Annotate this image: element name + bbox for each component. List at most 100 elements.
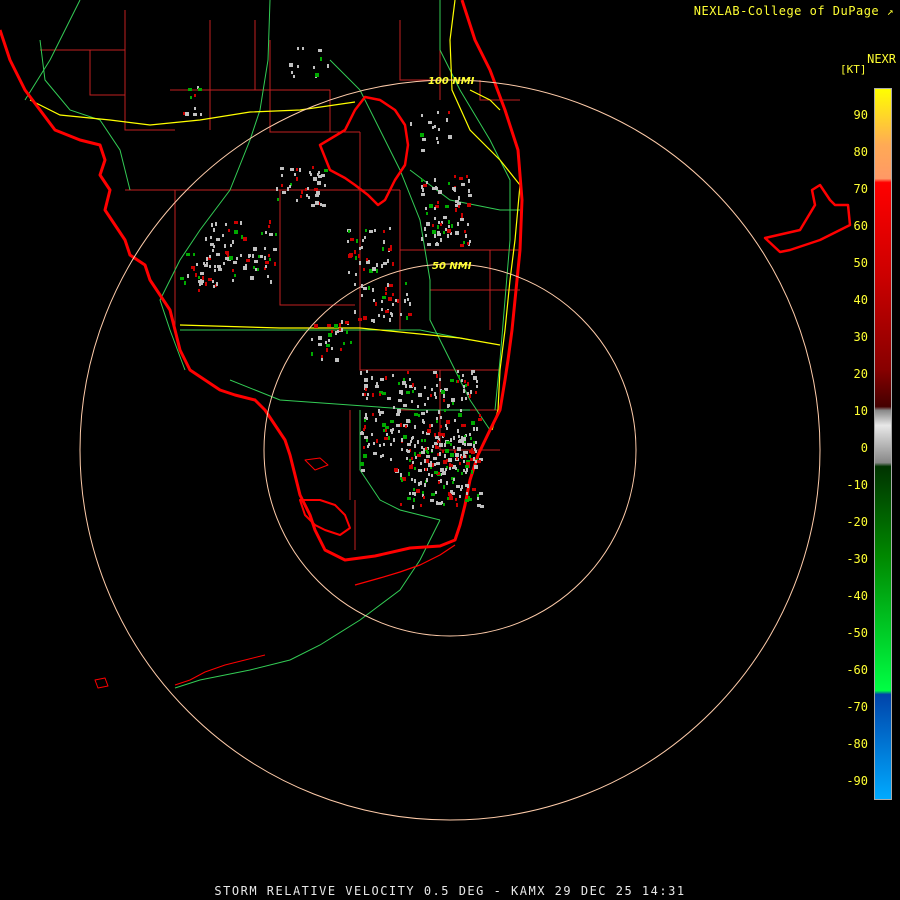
velocity-pixel [308, 196, 310, 199]
velocity-pixel [439, 443, 443, 447]
velocity-pixel [435, 186, 437, 189]
velocity-pixel [368, 260, 370, 264]
velocity-pixel [401, 479, 403, 482]
velocity-pixel [186, 253, 190, 256]
velocity-pixel [469, 394, 471, 398]
velocity-pixel [431, 388, 433, 391]
velocity-pixel [299, 168, 301, 172]
velocity-pixel [454, 419, 456, 422]
velocity-pixel [441, 501, 443, 504]
velocity-pixel [376, 382, 378, 386]
velocity-pixel [253, 266, 255, 269]
velocity-pixel [416, 489, 420, 493]
velocity-pixel [466, 175, 468, 178]
velocity-pixel [281, 184, 283, 187]
velocity-pixel [411, 464, 413, 467]
velocity-pixel [240, 221, 242, 225]
velocity-pixel [457, 380, 459, 383]
velocity-pixel [382, 392, 386, 395]
velocity-pixel [412, 492, 414, 495]
velocity-pixel [408, 313, 412, 316]
velocity-pixel [467, 392, 469, 395]
external-link-icon[interactable]: ↗ [887, 5, 894, 18]
velocity-pixel [360, 371, 362, 375]
velocity-pixel [438, 221, 440, 224]
velocity-pixel [277, 198, 279, 201]
velocity-pixel [447, 229, 451, 233]
velocity-pixel [438, 432, 440, 436]
velocity-pixel [424, 386, 426, 389]
velocity-pixel [405, 282, 407, 285]
velocity-pixel [366, 417, 368, 420]
velocity-pixel [379, 393, 381, 396]
velocity-pixel [438, 190, 442, 194]
velocity-pixel [440, 468, 442, 472]
velocity-pixel [393, 406, 395, 409]
velocity-pixel [368, 286, 370, 290]
velocity-pixel [440, 479, 442, 482]
velocity-pixel [462, 442, 464, 445]
velocity-pixel [401, 439, 403, 442]
velocity-pixel [453, 436, 455, 440]
velocity-pixel [464, 380, 466, 383]
velocity-pixel [439, 378, 441, 381]
velocity-pixel [443, 216, 447, 219]
velocity-pixel [396, 413, 400, 416]
velocity-pixel [476, 385, 478, 388]
velocity-pixel [410, 122, 412, 126]
velocity-pixel [373, 299, 375, 302]
velocity-pixel [450, 453, 454, 457]
velocity-pixel [464, 230, 466, 233]
velocity-pixel [475, 391, 477, 394]
velocity-pixel [414, 479, 416, 483]
velocity-pixel [468, 498, 472, 501]
velocity-pixel [218, 268, 220, 271]
velocity-pixel [381, 264, 383, 268]
velocity-pixel [364, 419, 366, 422]
velocity-pixel [431, 493, 435, 496]
velocity-pixel [434, 234, 436, 238]
credit-label: NEXLAB-College of DuPage ↗ [694, 4, 894, 18]
radar-map: 50 NMI 100 NMI [0, 0, 852, 821]
velocity-pixel [431, 449, 433, 452]
velocity-pixel [467, 242, 469, 245]
velocity-pixel [406, 316, 408, 320]
velocity-pixel [340, 348, 342, 351]
velocity-pixel [407, 443, 411, 446]
velocity-pixel [355, 256, 357, 260]
velocity-pixel [236, 257, 238, 260]
colorbar-tick: -20 [846, 515, 868, 529]
velocity-pixel [205, 237, 207, 241]
velocity-pixel [187, 274, 189, 278]
velocity-pixel [324, 169, 328, 172]
velocity-pixel [440, 425, 442, 428]
velocity-pixel [250, 276, 254, 280]
velocity-pixel [436, 417, 438, 420]
velocity-pixel [411, 457, 413, 460]
velocity-pixel [320, 57, 322, 61]
velocity-pixel [479, 492, 483, 495]
velocity-pixel [268, 254, 270, 257]
velocity-pixel [246, 259, 250, 262]
velocity-pixel [408, 450, 410, 453]
velocity-pixel [287, 187, 289, 191]
velocity-pixel [456, 457, 458, 460]
velocity-pixel [253, 247, 257, 251]
velocity-pixel [408, 472, 410, 476]
velocity-pixel [395, 299, 397, 302]
velocity-pixel [365, 413, 367, 417]
velocity-pixel [434, 463, 436, 466]
velocity-pixel [200, 272, 204, 275]
velocity-pixel [208, 278, 212, 281]
velocity-pixel [358, 254, 360, 258]
velocity-pixel [364, 236, 366, 239]
velocity-pixel [367, 445, 369, 448]
velocity-pixel [406, 419, 410, 423]
velocity-pixel [335, 358, 339, 362]
velocity-pixel [200, 113, 202, 116]
velocity-pixel [348, 271, 350, 274]
velocity-pixel [339, 323, 341, 327]
velocity-pixel [392, 262, 394, 266]
velocity-pixel [297, 65, 299, 68]
velocity-pixel [455, 498, 457, 501]
